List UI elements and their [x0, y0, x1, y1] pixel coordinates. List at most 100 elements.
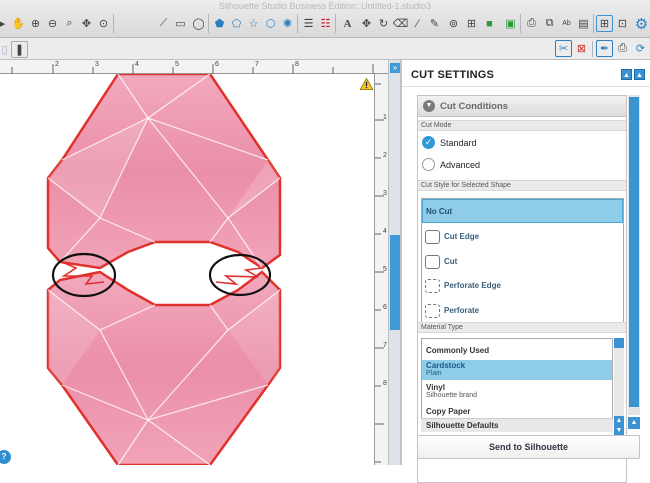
rotate-icon[interactable]: ↻ [375, 15, 392, 32]
advanced-radio[interactable] [422, 158, 435, 171]
ruler-label: 5 [175, 61, 179, 68]
zoom-drag-icon[interactable]: ⌕ [61, 15, 78, 32]
scroll-thumb[interactable] [614, 338, 624, 348]
panel-scrollbar[interactable] [628, 95, 640, 415]
material-vinyl[interactable]: Vinyl Silhouette brand [422, 382, 612, 402]
sketch-icon[interactable]: ✎ [426, 15, 443, 32]
style-label: Cut Edge [444, 232, 480, 241]
ruler-label: 3 [383, 190, 387, 197]
material-name: Commonly Used [426, 346, 490, 355]
knife-icon[interactable]: ∕ [409, 15, 426, 32]
toolbar-divider [113, 14, 114, 33]
registration-icon[interactable]: ⊡ [614, 15, 631, 32]
trace-icon[interactable]: ⊞ [463, 15, 480, 32]
toolbar-divider [297, 14, 298, 33]
toolbar-divider [335, 14, 336, 33]
eraser-icon[interactable]: ⌫ [392, 15, 409, 32]
design-panel-icon[interactable]: ✂ [555, 40, 572, 57]
line-tool-icon[interactable]: ⟋ [155, 15, 172, 32]
ruler-label: 3 [95, 61, 99, 68]
material-name: Vinyl [426, 383, 445, 392]
replicate-icon[interactable]: ⧉ [541, 15, 558, 32]
style-cut[interactable]: Cut [422, 250, 623, 274]
pan-icon[interactable]: ✋ [10, 15, 27, 32]
secondary-toolbar: ▯ ❚ ✂ ⊠ ✒ ⎙ ⟳ [0, 38, 650, 60]
standard-radio[interactable]: ✓ [422, 136, 435, 149]
material-scroll-up-icon[interactable]: ▲ [614, 416, 624, 426]
pentagon-icon[interactable]: ⬠ [228, 15, 245, 32]
send-panel-icon[interactable]: ⎙ [614, 40, 631, 57]
cut-settings-icon[interactable]: ✒ [596, 40, 613, 57]
material-cardstock[interactable]: Cardstock Plain [422, 360, 612, 380]
material-commonly-used[interactable]: Commonly Used [422, 342, 612, 358]
library-icon[interactable]: ▤ [575, 15, 592, 32]
horizontal-ruler: 2 3 4 5 6 7 8 [0, 60, 388, 74]
style-no-cut[interactable]: No Cut [422, 199, 623, 223]
font-icon[interactable]: Ab [558, 15, 575, 32]
toolbar-divider [208, 14, 209, 33]
print-cut-icon[interactable]: ⎙ [523, 15, 540, 32]
silhouette-defaults-row[interactable]: Silhouette Defaults [421, 418, 613, 432]
fill-icon[interactable]: ■ [481, 15, 498, 32]
material-type-label: Material Type [421, 324, 463, 331]
style-cut-edge[interactable]: Cut Edge [422, 225, 623, 249]
zoom-in-icon[interactable]: ⊕ [27, 15, 44, 32]
panel-header: CUT SETTINGS ▲ ▲ [402, 60, 650, 87]
ruler-label: 6 [383, 304, 387, 311]
node-edit-icon[interactable]: ✥ [358, 15, 375, 32]
collapse-tab[interactable] [390, 235, 400, 330]
scroll-thumb[interactable] [629, 97, 639, 407]
layers-icon[interactable]: ❚ [11, 41, 28, 58]
cut-settings-panel: CUT SETTINGS ▲ ▲ ▼ Cut Conditions Cut Mo… [401, 60, 650, 483]
panel-expand-icon[interactable]: ▲ [634, 69, 645, 80]
registration-panel-icon[interactable]: ⊠ [573, 40, 590, 57]
style-perforate[interactable]: Perforate [422, 299, 623, 323]
chevron-down-icon: ▼ [423, 100, 435, 112]
design-canvas[interactable] [0, 74, 374, 465]
zoom-move-icon[interactable]: ✥ [78, 15, 95, 32]
ruler-label: 8 [383, 380, 387, 387]
line-style-icon[interactable]: ☰ [300, 15, 317, 32]
warning-icon[interactable] [360, 78, 373, 90]
green-fill-icon[interactable]: ▣ [502, 15, 519, 32]
cut-style-section: Cut Style for Selected Shape [418, 180, 626, 191]
style-label: No Cut [426, 207, 453, 216]
style-perforate-edge[interactable]: Perforate Edge [422, 274, 623, 298]
cut-conditions-box: ▼ Cut Conditions Cut Mode ✓ Standard Adv… [417, 95, 627, 483]
ruler-label: 4 [383, 228, 387, 235]
zoom-out-icon[interactable]: ⊖ [44, 15, 61, 32]
polygon-icon[interactable]: ⬟ [211, 15, 228, 32]
material-scrollbar[interactable] [614, 338, 624, 420]
toolbar-divider [592, 41, 593, 57]
material-list: Commonly Used Cardstock Plain Vinyl Silh… [421, 338, 613, 420]
ruler-label: 5 [383, 266, 387, 273]
text-tool-icon[interactable]: A [339, 15, 356, 32]
grid-icon[interactable]: ⊞ [596, 15, 613, 32]
standard-label: Standard [440, 138, 477, 148]
ruler-label: 7 [255, 61, 259, 68]
style-label: Perforate Edge [444, 281, 501, 290]
settings-gear-icon[interactable]: ⚙ [633, 15, 650, 33]
advanced-label: Advanced [440, 160, 481, 170]
panel-title: CUT SETTINGS [411, 69, 495, 81]
material-copy-paper[interactable]: Copy Paper [422, 403, 612, 419]
collapse-panel-icon[interactable]: » [390, 63, 400, 73]
ellipse-tool-icon[interactable]: ◯ [190, 15, 207, 32]
zoom-fit-icon[interactable]: ⊙ [95, 15, 112, 32]
ruler-label: 1 [383, 114, 387, 121]
rectangle-tool-icon[interactable]: ▭ [172, 15, 189, 32]
vertical-ruler: 1 2 3 4 5 6 7 8 [374, 74, 388, 465]
cut-style-label: Cut Style for Selected Shape [421, 182, 511, 189]
scroll-up-icon[interactable]: ▲ [628, 417, 640, 429]
panel-collapse-icon[interactable]: ▲ [621, 69, 632, 80]
send-to-silhouette-button[interactable]: Send to Silhouette [417, 435, 640, 459]
gem-artwork[interactable] [0, 74, 374, 465]
shape-icon[interactable]: ⬡ [262, 15, 279, 32]
line-color-icon[interactable]: ☷ [317, 15, 334, 32]
gear-shape-icon[interactable]: ✺ [279, 15, 296, 32]
refresh-icon[interactable]: ⟳ [632, 40, 649, 57]
offset-icon[interactable]: ⊚ [445, 15, 462, 32]
cut-conditions-header[interactable]: ▼ Cut Conditions [418, 96, 626, 117]
ruler-label: 2 [55, 61, 59, 68]
star-icon[interactable]: ☆ [245, 15, 262, 32]
